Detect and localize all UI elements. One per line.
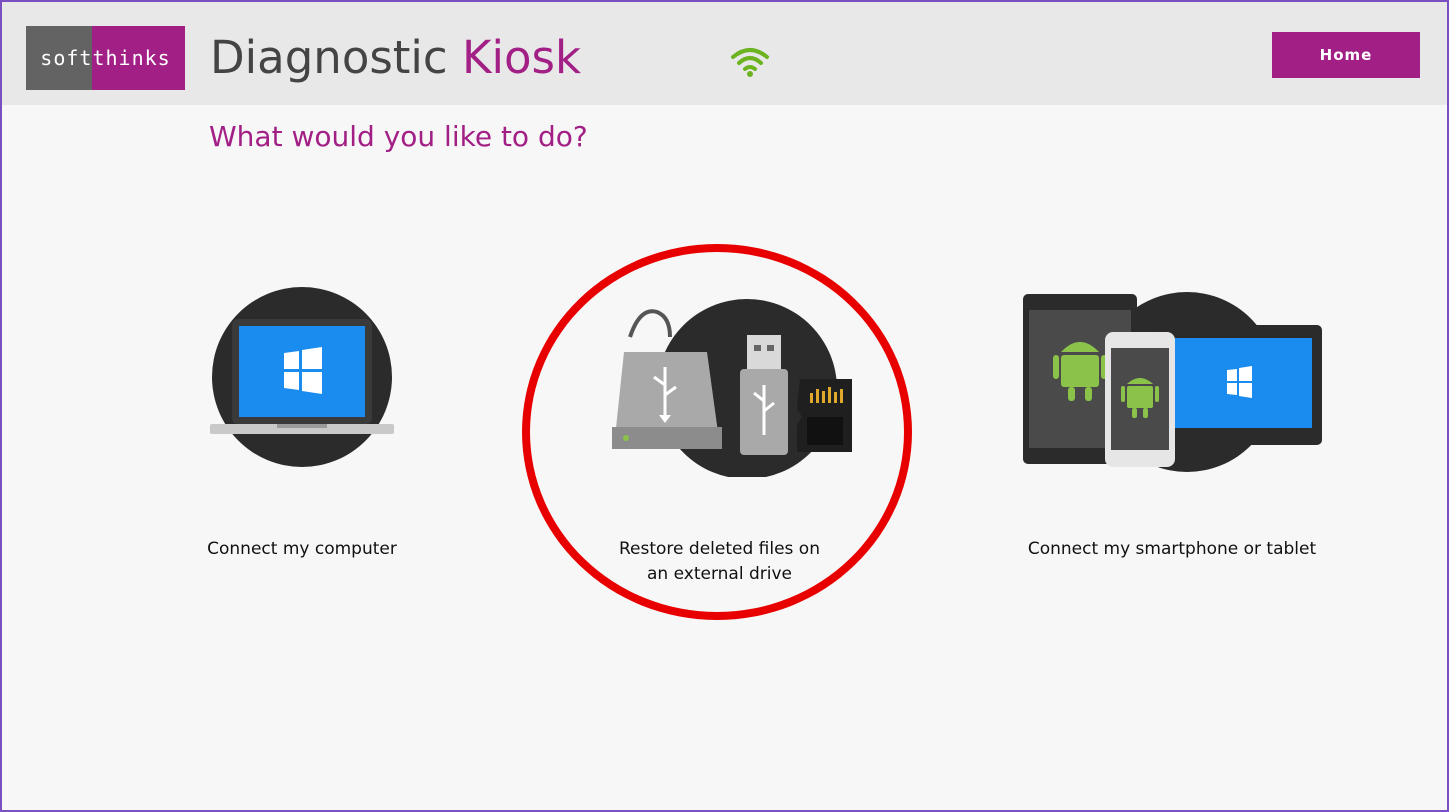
app-title-main: Diagnostic <box>210 31 448 84</box>
header-bar: softthinks Diagnostic Kiosk Home <box>2 2 1447 105</box>
page-question: What would you like to do? <box>209 120 588 153</box>
logo-text: softthinks <box>40 46 171 70</box>
option-connect-computer[interactable]: Connect my computer <box>162 287 442 567</box>
wifi-icon <box>731 48 769 77</box>
external-drives-icon <box>612 299 852 477</box>
option-label: Restore deleted files on an external dri… <box>619 539 820 584</box>
softthinks-logo: softthinks <box>26 26 185 90</box>
mobile-devices-icon <box>1023 292 1322 472</box>
app-title-accent: Kiosk <box>462 31 582 84</box>
option-label: Connect my smartphone or tablet <box>1027 539 1317 559</box>
laptop-windows-icon <box>210 287 394 467</box>
kiosk-screen: softthinks Diagnostic Kiosk Home What wo… <box>0 0 1449 812</box>
option-label: Connect my computer <box>207 539 397 559</box>
option-connect-mobile[interactable]: Connect my smartphone or tablet <box>992 287 1352 567</box>
home-button[interactable]: Home <box>1272 32 1420 78</box>
option-restore-files[interactable]: Restore deleted files on an external dri… <box>522 247 917 627</box>
app-title: Diagnostic Kiosk <box>210 26 581 90</box>
